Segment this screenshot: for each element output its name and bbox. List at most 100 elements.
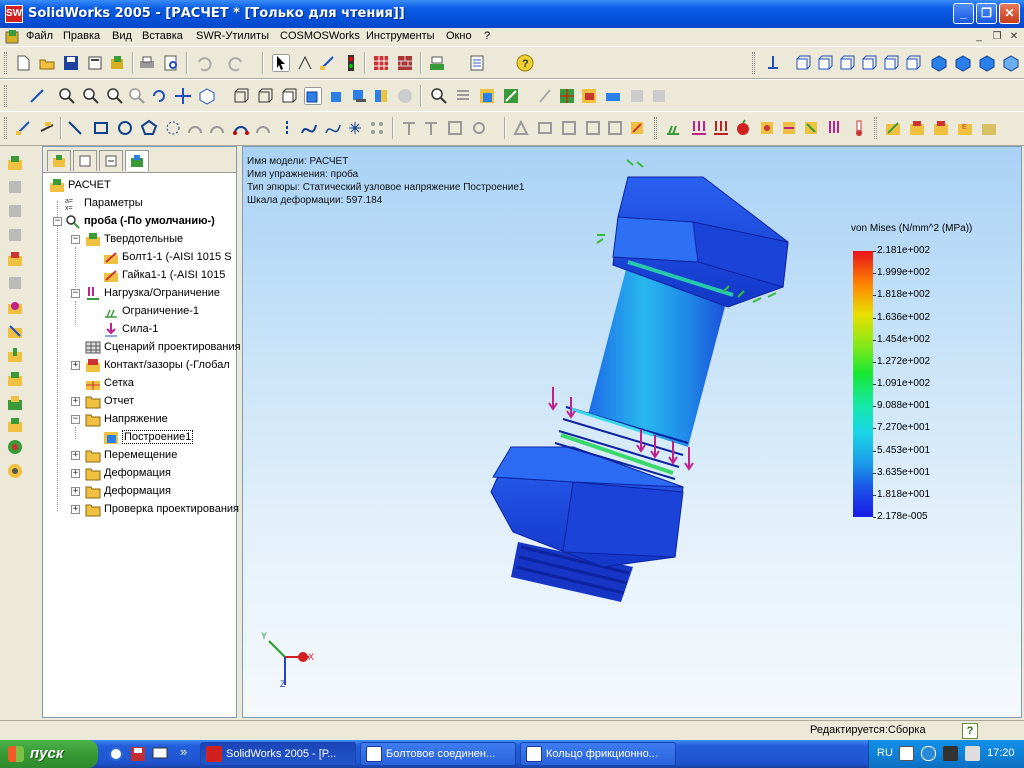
zoom-in-out-icon[interactable] <box>106 87 124 105</box>
help-tray-icon[interactable] <box>899 746 914 761</box>
toolbar-grip[interactable] <box>4 52 7 74</box>
dome-icon[interactable] <box>6 416 24 434</box>
smart-dimension-icon[interactable] <box>296 54 314 72</box>
extend-icon[interactable] <box>422 119 440 137</box>
copy-entities-icon[interactable] <box>584 119 602 137</box>
menu-tools[interactable]: Инструменты <box>366 30 435 42</box>
tree-scenario[interactable]: Сценарий проектирования <box>85 338 241 356</box>
centerline-icon[interactable] <box>278 119 296 137</box>
menu-file[interactable]: Файл <box>26 30 53 42</box>
run-icon[interactable] <box>932 119 950 137</box>
toolbar-grip-3[interactable] <box>4 117 7 139</box>
results-icon[interactable]: E <box>956 119 974 137</box>
view-top-icon[interactable] <box>882 54 900 72</box>
pan-icon[interactable] <box>174 87 192 105</box>
revolve-icon[interactable] <box>6 178 24 196</box>
reference-geometry-icon[interactable] <box>6 462 24 480</box>
three-point-arc-icon[interactable] <box>208 119 226 137</box>
print-icon[interactable] <box>138 54 156 72</box>
restore-button[interactable]: ❐ <box>976 3 997 24</box>
close-button[interactable]: ✕ <box>999 3 1020 24</box>
rectangle-icon[interactable] <box>92 119 110 137</box>
expand-study[interactable]: − <box>53 217 62 226</box>
menu-window[interactable]: Окно <box>446 30 472 42</box>
tree-root[interactable]: РАСЧЕТ <box>49 176 111 194</box>
shadows-icon[interactable] <box>350 87 368 105</box>
extrude-icon[interactable] <box>6 154 24 172</box>
rotate-view-icon[interactable] <box>150 87 168 105</box>
volume-icon[interactable] <box>965 746 980 761</box>
expand-stress[interactable]: − <box>71 415 80 424</box>
language-indicator[interactable]: RU <box>877 747 893 759</box>
sketch-tool-icon[interactable] <box>28 87 46 105</box>
tree-contact[interactable]: Контакт/зазоры (-Глобал <box>85 356 230 374</box>
circle-icon[interactable] <box>116 119 134 137</box>
menu-insert[interactable]: Вставка <box>142 30 183 42</box>
cut-icon[interactable] <box>6 250 24 268</box>
sketch-picture-icon[interactable] <box>628 119 646 137</box>
mdi-restore-button[interactable]: ❐ <box>990 30 1004 44</box>
toolbar-grip-2[interactable] <box>4 85 7 107</box>
desktop-icon[interactable] <box>152 746 168 762</box>
animate-plot-icon[interactable] <box>580 87 598 105</box>
expand-contact[interactable]: + <box>71 361 80 370</box>
thermometer-icon[interactable] <box>850 119 868 137</box>
mirror-icon[interactable] <box>470 119 488 137</box>
circular-pattern-icon[interactable] <box>536 119 554 137</box>
shell-icon[interactable] <box>6 370 24 388</box>
line-icon[interactable] <box>66 119 84 137</box>
menu-view[interactable]: Вид <box>112 30 132 42</box>
hidden-removed-icon[interactable] <box>280 87 298 105</box>
select-arrow-icon[interactable] <box>272 54 290 72</box>
mdi-close-button[interactable]: ✕ <box>1007 30 1021 44</box>
tree-force[interactable]: Сила-1 <box>103 320 158 338</box>
displacement-plot-icon[interactable] <box>502 87 520 105</box>
section-clipping-icon[interactable] <box>650 87 668 105</box>
tab-property-manager[interactable] <box>73 150 97 171</box>
expand-report[interactable]: + <box>71 397 80 406</box>
report-icon[interactable] <box>980 119 998 137</box>
toolbar-grip-cosmos-2[interactable] <box>874 117 877 139</box>
new-document-icon[interactable] <box>14 54 32 72</box>
network-icon[interactable] <box>943 746 958 761</box>
tree-mesh[interactable]: Сетка <box>85 374 134 392</box>
bearing-load-icon[interactable] <box>780 119 798 137</box>
zoom-area-icon[interactable] <box>82 87 100 105</box>
tab-cosmosworks-manager[interactable] <box>125 150 149 171</box>
solidworks-app-icon[interactable]: SW <box>5 5 23 23</box>
tree-restraint[interactable]: Ограничение-1 <box>103 302 199 320</box>
hidden-lines-icon[interactable] <box>256 87 274 105</box>
view-isometric-icon[interactable] <box>930 54 948 72</box>
undo-icon[interactable] <box>194 54 212 72</box>
sketch-icon[interactable] <box>318 54 336 72</box>
force-icon[interactable] <box>690 119 708 137</box>
menu-swr-utilities[interactable]: SWR-Утилиты <box>196 30 269 42</box>
offset-icon[interactable] <box>446 119 464 137</box>
minimize-button[interactable]: _ <box>953 3 974 24</box>
zoom-fit-icon[interactable] <box>58 87 76 105</box>
view-dimetric-icon[interactable] <box>978 54 996 72</box>
options-icon[interactable] <box>428 54 446 72</box>
menu-cosmosworks[interactable]: COSMOSWorks <box>280 30 360 42</box>
menu-edit[interactable]: Правка <box>63 30 100 42</box>
shaded-icon[interactable] <box>328 87 346 105</box>
save-icon[interactable] <box>62 54 80 72</box>
material-icon[interactable] <box>884 119 902 137</box>
fillet-feature-icon[interactable] <box>6 298 24 316</box>
toolbar-grip-cosmos[interactable] <box>654 117 657 139</box>
expand-deformation-1[interactable]: + <box>71 469 80 478</box>
loft-icon[interactable] <box>6 226 24 244</box>
view-left-icon[interactable] <box>838 54 856 72</box>
spline-icon[interactable] <box>300 119 318 137</box>
curves-icon[interactable] <box>6 438 24 456</box>
expand-solids[interactable]: − <box>71 235 80 244</box>
help-icon[interactable]: ? <box>516 54 534 72</box>
collapse-tray-icon[interactable] <box>921 746 936 761</box>
brick-icon[interactable] <box>396 54 414 72</box>
search-icon[interactable] <box>430 87 448 105</box>
tree-parameters[interactable]: a= x= Параметры <box>65 194 143 212</box>
fillet-icon[interactable] <box>254 119 272 137</box>
menu-help[interactable]: ? <box>484 30 490 42</box>
point-icon[interactable] <box>346 119 364 137</box>
edit-disabled-icon[interactable] <box>536 87 554 105</box>
